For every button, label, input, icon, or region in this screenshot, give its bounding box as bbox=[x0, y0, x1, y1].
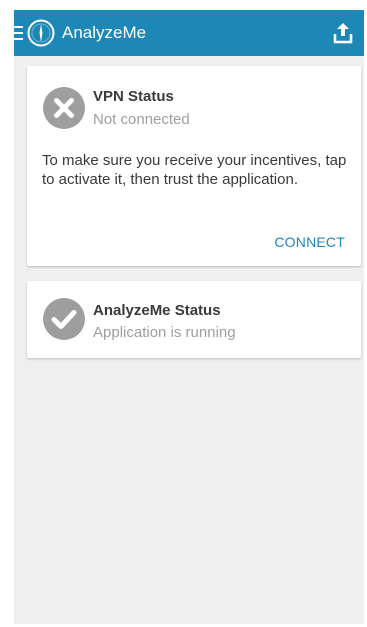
app-bar: AnalyzeMe bbox=[14, 10, 364, 56]
connect-button[interactable]: CONNECT bbox=[274, 234, 345, 250]
vpn-status-value: Not connected bbox=[93, 111, 190, 128]
hamburger-menu-icon[interactable] bbox=[14, 23, 24, 43]
app-status-card: AnalyzeMe Status Application is running bbox=[27, 281, 361, 358]
check-circle-icon bbox=[43, 298, 85, 340]
app-status-title: AnalyzeMe Status bbox=[93, 302, 221, 319]
share-upload-icon[interactable] bbox=[328, 18, 358, 48]
app-screen: AnalyzeMe VPN Status Not connected To ma… bbox=[14, 10, 364, 624]
app-title: AnalyzeMe bbox=[62, 23, 147, 42]
app-status-value: Application is running bbox=[93, 324, 236, 341]
analyzeme-logo-icon bbox=[27, 19, 55, 47]
vpn-status-message: To make sure you receive your incentives… bbox=[42, 152, 347, 188]
close-circle-icon bbox=[43, 87, 85, 129]
vpn-status-title: VPN Status bbox=[93, 88, 174, 105]
vpn-status-card: VPN Status Not connected To make sure yo… bbox=[27, 66, 361, 266]
